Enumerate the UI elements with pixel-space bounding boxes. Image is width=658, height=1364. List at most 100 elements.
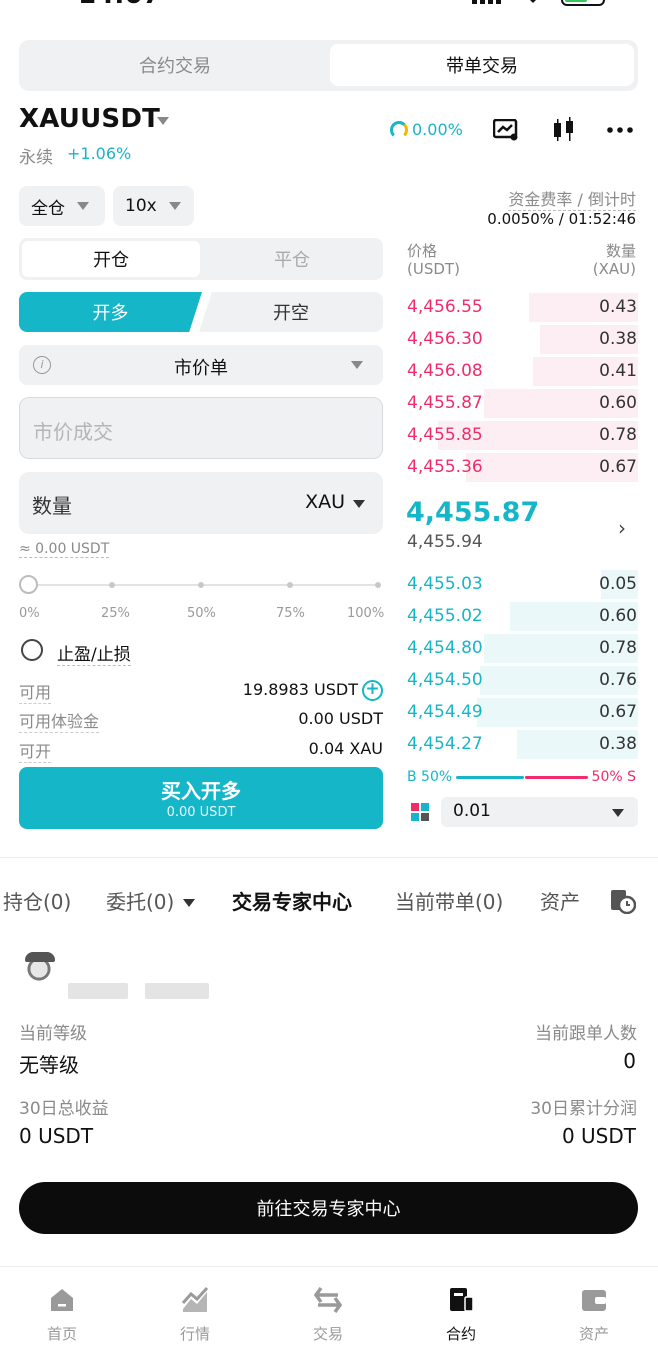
tpsl-label[interactable]: 止盈/止损 — [57, 640, 131, 666]
tab-open[interactable]: 开仓 — [22, 241, 200, 277]
bid-row[interactable]: 4,455.02 0.60 — [405, 601, 638, 632]
order-qty: 0.38 — [599, 329, 637, 349]
chevron-down-icon[interactable] — [353, 500, 365, 508]
nav-trade[interactable]: 交易 — [288, 1285, 368, 1344]
current-level-label: 当前等级 — [19, 1024, 87, 1044]
price-unit: (USDT) — [407, 260, 460, 278]
tab-expert-center[interactable]: 交易专家中心 — [232, 886, 352, 915]
tab-orders[interactable]: 委托(0) — [106, 886, 174, 915]
tab-current-copy[interactable]: 当前带单(0) — [395, 886, 503, 915]
order-type-select[interactable]: i 市价单 — [19, 345, 383, 385]
approx-value: ≈ 0.00 USDT — [19, 541, 110, 558]
slider-mark[interactable] — [287, 582, 293, 588]
price-input[interactable]: 市价成交 — [19, 397, 383, 459]
last-price[interactable]: 4,455.87 — [406, 497, 539, 528]
funding-rate-label[interactable]: 资金费率 / 倒计时 — [508, 186, 636, 211]
order-price: 4,455.02 — [407, 606, 483, 626]
quantity-label: 数量 — [32, 494, 72, 518]
orderbook-layout-icon[interactable] — [411, 803, 429, 821]
order-price: 4,455.85 — [407, 425, 483, 445]
short-button[interactable]: 开空 — [199, 292, 383, 332]
bid-row[interactable]: 4,455.03 0.05 — [405, 569, 638, 600]
chevron-right-icon[interactable]: › — [618, 516, 626, 540]
ask-row[interactable]: 4,456.55 0.43 — [405, 292, 638, 323]
slider-mark[interactable] — [375, 582, 381, 588]
bottom-nav: 首页 行情 交易 合约 资产 — [0, 1266, 658, 1364]
bid-row[interactable]: 4,454.80 0.78 — [405, 633, 638, 664]
slider-mark[interactable] — [109, 582, 115, 588]
futures-icon — [450, 1288, 474, 1312]
tab-copy-trading[interactable]: 带单交易 — [330, 44, 634, 86]
order-price: 4,455.87 — [407, 393, 483, 413]
profit-30d-value: 0 USDT — [19, 1124, 94, 1148]
leverage-label: 10x — [125, 196, 157, 216]
chart-icon[interactable] — [493, 118, 519, 142]
chevron-down-icon — [351, 361, 363, 369]
leverage-select[interactable]: 10x — [113, 186, 194, 226]
order-qty: 0.67 — [599, 457, 637, 477]
wallet-icon — [582, 1290, 606, 1311]
symbol-title[interactable]: XAUUSDT — [19, 104, 160, 134]
sell-ratio-bar — [525, 776, 588, 779]
available-label: 可用 — [19, 679, 52, 704]
ask-row[interactable]: 4,455.87 0.60 — [405, 388, 638, 419]
bid-row[interactable]: 4,454.27 0.38 — [405, 729, 638, 760]
depth-step-value: 0.01 — [453, 801, 491, 821]
depth-step-select[interactable]: 0.01 — [441, 797, 638, 827]
margin-mode-label: 全仓 — [31, 198, 65, 219]
nav-assets-label: 资产 — [578, 1325, 609, 1343]
nav-home[interactable]: 首页 — [22, 1285, 102, 1344]
current-level-value: 无等级 — [19, 1053, 79, 1077]
order-price: 4,454.27 — [407, 734, 483, 754]
buy-open-long-button[interactable]: 买入开多 0.00 USDT — [19, 767, 383, 829]
slider-mark[interactable] — [198, 582, 204, 588]
ask-row[interactable]: 4,456.30 0.38 — [405, 324, 638, 355]
transfer-plus-icon[interactable]: + — [362, 680, 383, 701]
trial-value: 0.00 USDT — [298, 709, 383, 728]
history-icon[interactable] — [610, 888, 637, 919]
nav-markets-label: 行情 — [179, 1325, 210, 1343]
buy-ratio: B 50% — [407, 769, 453, 785]
slider-tick: 75% — [276, 606, 305, 621]
slider-track[interactable] — [29, 584, 381, 586]
ask-row[interactable]: 4,455.85 0.78 — [405, 420, 638, 451]
trial-label: 可用体验金 — [19, 708, 100, 733]
status-time: 14:07 — [78, 0, 161, 10]
buy-button-amount: 0.00 USDT — [166, 805, 236, 820]
quantity-unit[interactable]: XAU — [305, 491, 345, 513]
nav-futures-label: 合约 — [445, 1325, 476, 1343]
price-change: +1.06% — [67, 144, 132, 163]
nav-assets[interactable]: 资产 — [554, 1285, 634, 1344]
nav-futures[interactable]: 合约 — [421, 1285, 501, 1344]
mode-switch: 合约交易 带单交易 — [19, 40, 638, 91]
tab-assets[interactable]: 资产 — [540, 886, 580, 915]
slider-knob[interactable] — [19, 575, 38, 594]
symbol-dropdown-icon[interactable] — [157, 117, 169, 125]
order-price: 4,454.49 — [407, 702, 483, 722]
quantity-input[interactable]: 数量 XAU — [19, 472, 383, 534]
lower-tabs: 持仓(0) 委托(0) 交易专家中心 当前带单(0) 资产 — [0, 886, 658, 920]
home-icon — [51, 1289, 73, 1311]
bid-row[interactable]: 4,454.49 0.67 — [405, 697, 638, 728]
bid-row[interactable]: 4,454.50 0.76 — [405, 665, 638, 696]
tpsl-radio[interactable] — [21, 639, 43, 661]
price-header: 价格 — [407, 242, 438, 260]
go-expert-center-button[interactable]: 前往交易专家中心 — [19, 1182, 638, 1234]
order-qty: 0.67 — [599, 702, 637, 722]
long-button[interactable]: 开多 — [19, 292, 202, 332]
more-icon[interactable] — [607, 118, 633, 142]
nav-markets[interactable]: 行情 — [155, 1285, 235, 1344]
tab-contract-trading[interactable]: 合约交易 — [23, 44, 327, 86]
mark-price: 4,455.94 — [407, 532, 483, 552]
chevron-down-icon[interactable] — [183, 899, 195, 907]
sentiment-value[interactable]: 0.00% — [412, 120, 463, 139]
ask-row[interactable]: 4,455.36 0.67 — [405, 452, 638, 483]
margin-mode-select[interactable]: 全仓 — [19, 186, 105, 226]
tab-positions[interactable]: 持仓(0) — [3, 886, 71, 915]
candlestick-icon[interactable] — [551, 117, 577, 142]
ask-row[interactable]: 4,456.08 0.41 — [405, 356, 638, 387]
order-price: 4,456.30 — [407, 329, 483, 349]
order-qty: 0.78 — [599, 638, 637, 658]
quantity-slider[interactable] — [19, 575, 383, 595]
tab-close[interactable]: 平仓 — [203, 241, 381, 277]
